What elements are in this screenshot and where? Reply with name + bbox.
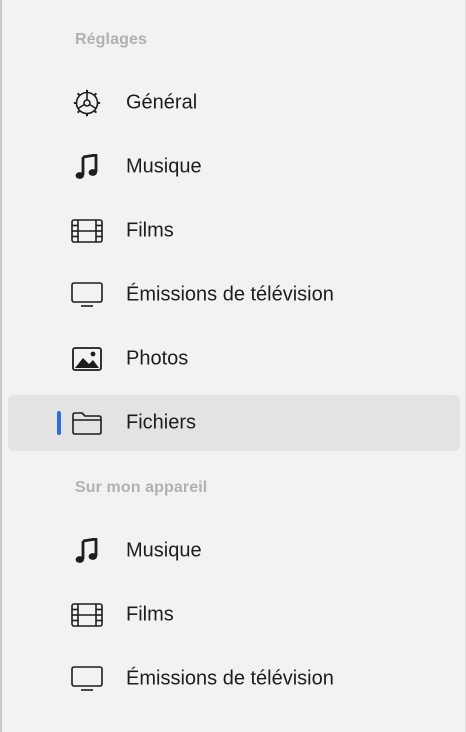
sidebar-item-device-music[interactable]: Musique <box>8 523 460 579</box>
selection-indicator <box>57 411 61 435</box>
sidebar-item-label: Fichiers <box>126 411 197 434</box>
sidebar-item-label: Photos <box>126 347 189 370</box>
sidebar-item-label: Général <box>126 91 198 114</box>
photo-icon <box>70 345 104 373</box>
sidebar-item-label: Émissions de télévision <box>126 667 334 690</box>
tv-icon <box>70 281 104 309</box>
sidebar-item-label: Musique <box>126 155 202 178</box>
sidebar-item-tv-shows[interactable]: Émissions de télévision <box>8 267 460 323</box>
sidebar-left-border <box>0 0 2 732</box>
sidebar-item-label: Films <box>126 219 174 242</box>
sidebar-item-device-films[interactable]: Films <box>8 587 460 643</box>
sidebar-item-files[interactable]: Fichiers <box>8 395 460 451</box>
sidebar-item-device-tv-shows[interactable]: Émissions de télévision <box>8 651 460 707</box>
sidebar-item-general[interactable]: Général <box>8 75 460 131</box>
sidebar-item-films[interactable]: Films <box>8 203 460 259</box>
section-title-on-device: Sur mon appareil <box>75 479 208 496</box>
gear-icon <box>70 89 104 117</box>
film-icon <box>70 601 104 629</box>
music-note-icon <box>70 153 104 181</box>
tv-icon <box>70 665 104 693</box>
folder-icon <box>70 409 104 437</box>
sidebar-item-music[interactable]: Musique <box>8 139 460 195</box>
sidebar-item-photos[interactable]: Photos <box>8 331 460 387</box>
music-note-icon <box>70 537 104 565</box>
sidebar-item-label: Émissions de télévision <box>126 283 334 306</box>
sidebar-item-label: Films <box>126 603 174 626</box>
film-icon <box>70 217 104 245</box>
sidebar-item-label: Musique <box>126 539 202 562</box>
section-title-settings: Réglages <box>75 31 147 48</box>
